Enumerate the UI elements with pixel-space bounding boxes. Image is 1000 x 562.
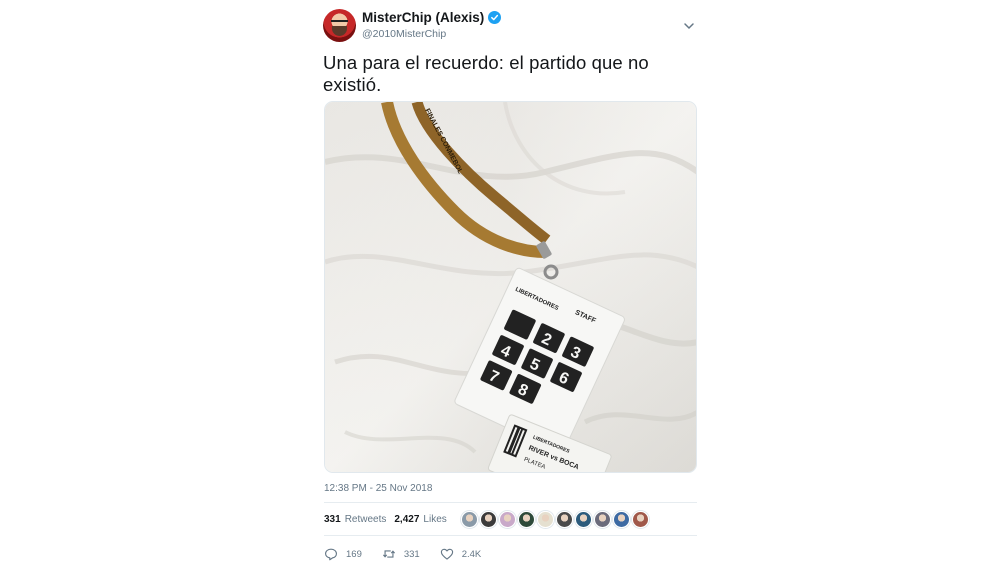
liker-avatar[interactable]	[536, 510, 554, 528]
author-name-line[interactable]: MisterChip (Alexis)	[362, 10, 502, 25]
tweet-timestamp[interactable]: 12:38 PM - 25 Nov 2018	[324, 483, 432, 494]
tweet-header: MisterChip (Alexis) @2010MisterChip	[323, 9, 697, 43]
reply-icon	[325, 548, 337, 561]
divider	[324, 502, 697, 503]
author-handle[interactable]: @2010MisterChip	[362, 28, 446, 40]
divider	[324, 535, 697, 536]
author-avatar[interactable]	[323, 9, 356, 42]
like-button[interactable]: 2.4K	[440, 547, 482, 561]
retweet-button[interactable]: 331	[382, 547, 420, 561]
tweet-photo[interactable]: FINALES CONMEBOL LIBERTADORES STAFF 2 3 …	[324, 101, 697, 473]
liker-avatar[interactable]	[479, 510, 497, 528]
tweet-card: MisterChip (Alexis) @2010MisterChip Una …	[323, 9, 697, 561]
liker-avatar[interactable]	[460, 510, 478, 528]
tweet-stats: 331 Retweets 2,427 Likes	[324, 509, 649, 529]
tweet-actions: 169 331 2.4K	[324, 547, 501, 561]
verified-icon	[488, 11, 502, 24]
liker-avatar[interactable]	[631, 510, 649, 528]
liker-avatar[interactable]	[517, 510, 535, 528]
liker-avatar[interactable]	[498, 510, 516, 528]
liker-avatar[interactable]	[593, 510, 611, 528]
liker-avatar[interactable]	[612, 510, 630, 528]
likes-count: 2,427	[394, 513, 420, 525]
retweets-count: 331	[324, 513, 341, 525]
retweets-stat[interactable]: 331 Retweets	[324, 514, 386, 525]
likes-label: Likes	[423, 513, 447, 525]
avatar-glasses	[331, 20, 348, 24]
caret-down-icon[interactable]	[683, 21, 695, 31]
retweet-icon	[382, 550, 395, 558]
liker-avatar[interactable]	[574, 510, 592, 528]
author-display-name[interactable]: MisterChip (Alexis)	[362, 10, 484, 25]
reply-count: 169	[346, 548, 362, 560]
tweet-text: Una para el recuerdo: el partido que no …	[323, 52, 649, 95]
like-count: 2.4K	[461, 548, 482, 560]
reply-button[interactable]: 169	[324, 547, 362, 561]
liker-avatars	[460, 510, 649, 528]
likes-stat[interactable]: 2,427 Likes	[394, 514, 446, 525]
liker-avatar[interactable]	[555, 510, 573, 528]
avatar-beard	[332, 26, 347, 36]
retweets-label: Retweets	[344, 513, 387, 525]
retweet-count: 331	[403, 548, 420, 560]
like-icon	[440, 548, 453, 560]
